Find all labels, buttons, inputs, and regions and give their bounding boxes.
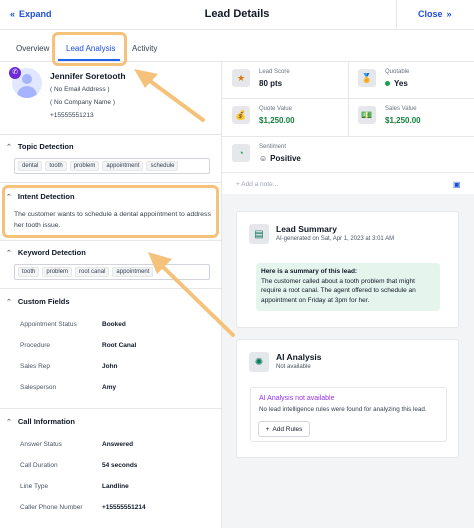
arrow-line-intent xyxy=(158,262,235,337)
arrow-line-tab xyxy=(144,76,205,122)
annotation-arrows xyxy=(134,69,235,337)
